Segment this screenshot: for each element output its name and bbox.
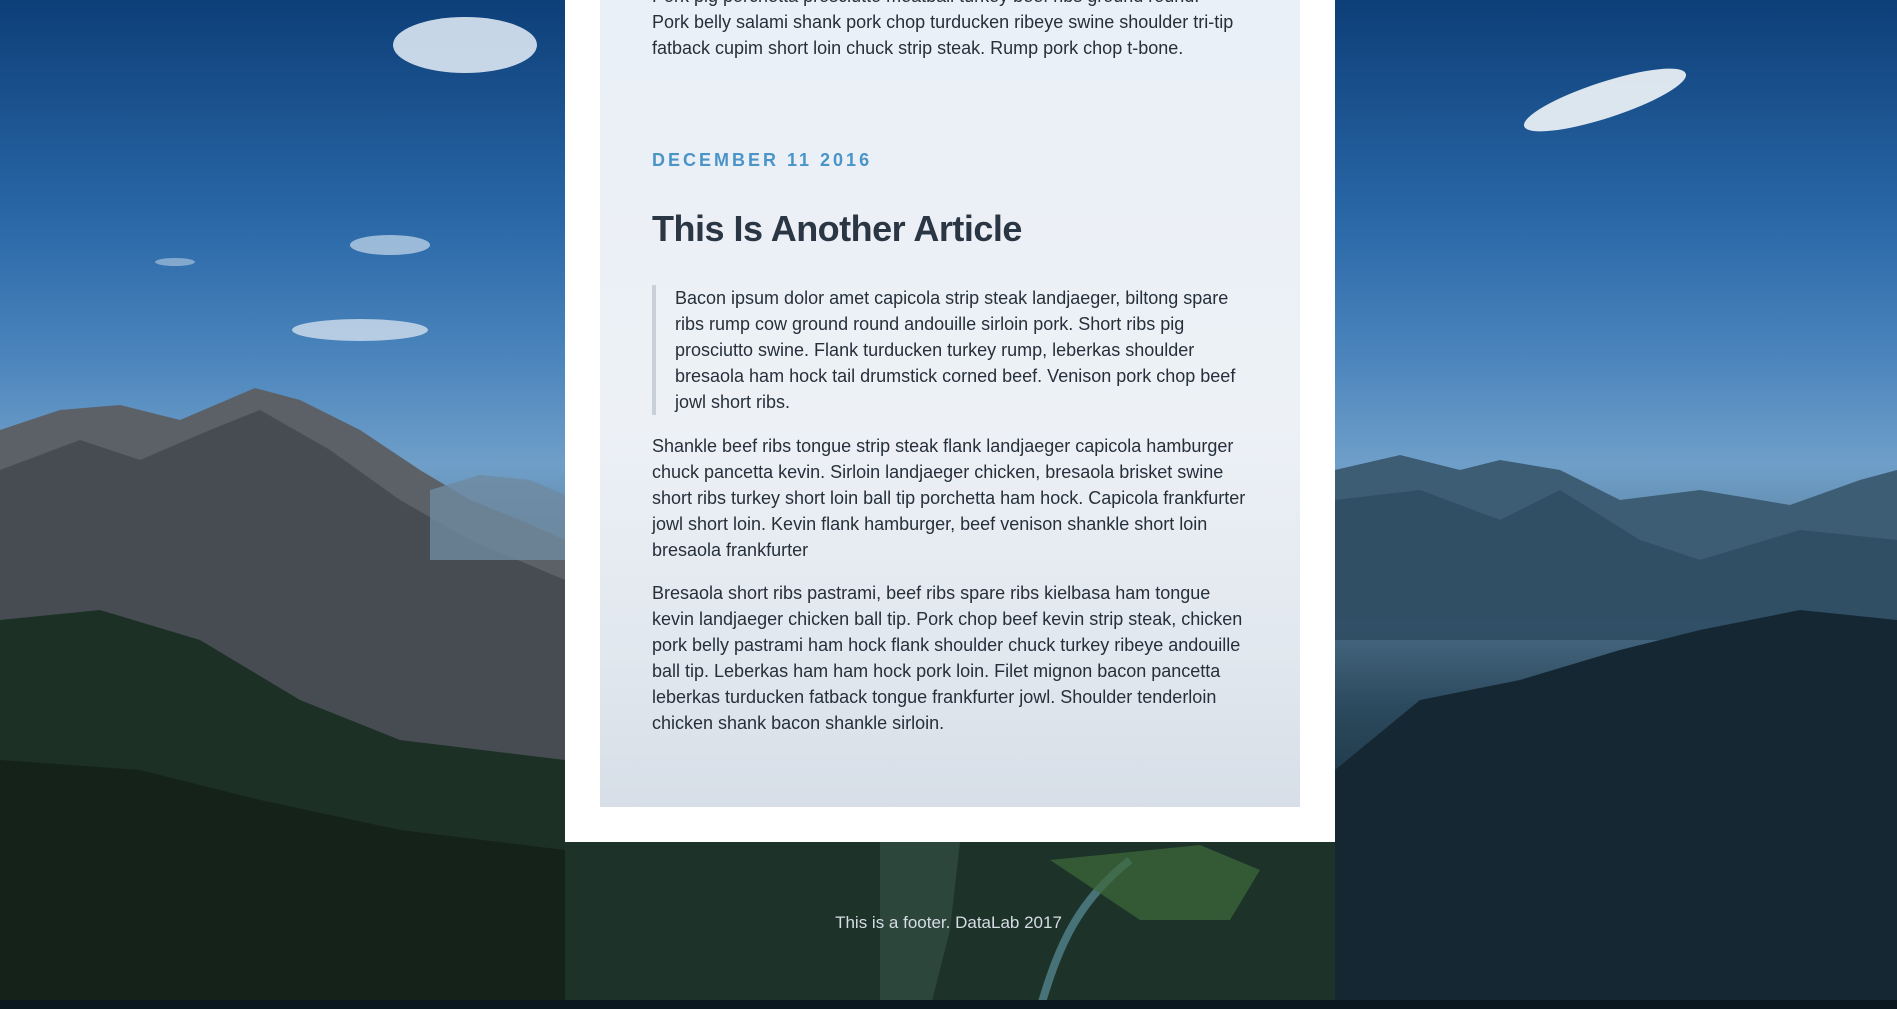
article-date: DECEMBER 11 2016 <box>652 150 873 170</box>
previous-article-tail: Pork pig porchetta prosciutto meatball t… <box>652 0 1252 61</box>
page-footer: This is a footer. DataLab 2017 <box>835 913 1062 932</box>
article-card: Pork pig porchetta prosciutto meatball t… <box>565 0 1335 842</box>
article-card-inner: Pork pig porchetta prosciutto meatball t… <box>600 0 1300 807</box>
article-paragraph-2: Bresaola short ribs pastrami, beef ribs … <box>652 583 1243 733</box>
previous-article-text: Pork belly salami shank pork chop turduc… <box>652 12 1234 58</box>
previous-article-partial-line: Pork pig porchetta prosciutto meatball t… <box>652 0 1252 9</box>
article-paragraph-1: Shankle beef ribs tongue strip steak fla… <box>652 436 1246 560</box>
blockquote-text: Bacon ipsum dolor amet capicola strip st… <box>675 288 1236 412</box>
article-blockquote: Bacon ipsum dolor amet capicola strip st… <box>652 285 1250 415</box>
article-title: This Is Another Article <box>652 208 1022 249</box>
